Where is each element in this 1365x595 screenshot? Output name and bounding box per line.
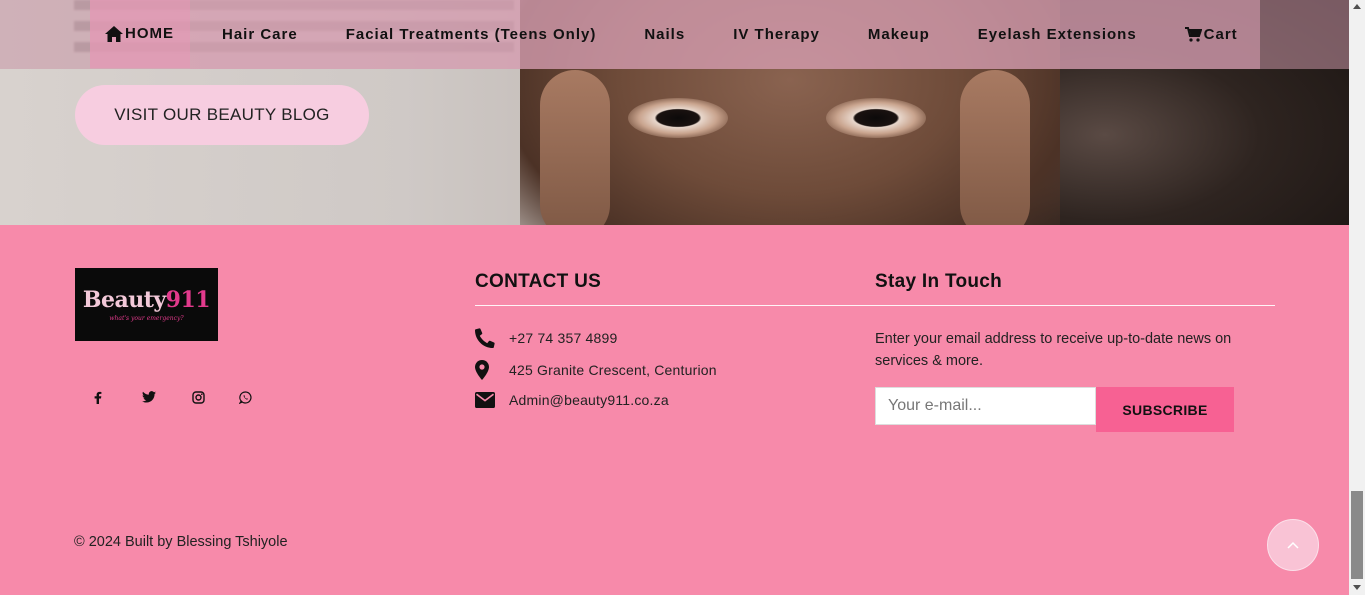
page-scrollbar[interactable] [1349, 0, 1365, 595]
nav-item-eyelash-extensions[interactable]: Eyelash Extensions [978, 0, 1137, 69]
newsletter-description: Enter your email address to receive up-t… [875, 331, 1232, 369]
instagram-icon[interactable] [188, 387, 208, 407]
newsletter-divider [875, 305, 1275, 306]
logo-tagline: what's your emergency? [109, 315, 184, 322]
beauty911-logo[interactable]: Beauty911 what's your emergency? [75, 268, 218, 341]
scroll-up-arrow[interactable] [1353, 4, 1361, 9]
contact-address: 425 Granite Crescent, Centurion [475, 360, 717, 380]
nav-item-makeup[interactable]: Makeup [868, 0, 930, 69]
nav-item-home[interactable]: HOME [90, 0, 190, 68]
logo-brand: Beauty911 [82, 287, 211, 313]
scroll-to-top-button[interactable] [1267, 519, 1319, 571]
hero-hand-left [540, 70, 610, 225]
cart-icon [1184, 27, 1202, 42]
stay-in-touch-title: Stay In Touch [875, 271, 1003, 292]
nav-item-nails[interactable]: Nails [644, 0, 685, 69]
newsletter-email-input[interactable] [875, 387, 1096, 425]
twitter-icon[interactable] [139, 387, 159, 407]
contact-divider [475, 305, 875, 306]
hero-hand-right [960, 70, 1030, 225]
copyright-text: © 2024 Built by Blessing Tshiyole [74, 534, 288, 550]
nav-item-label: Cart [1203, 26, 1238, 43]
whatsapp-icon[interactable] [235, 387, 255, 407]
contact-us-title: CONTACT US [475, 271, 602, 292]
subscribe-button[interactable]: SUBSCRIBE [1096, 387, 1234, 432]
nav-menu: HOME Hair Care Facial Treatments (Teens … [90, 0, 1260, 69]
map-pin-icon [475, 360, 509, 380]
scroll-down-arrow[interactable] [1353, 585, 1361, 590]
phone-link[interactable]: +27 74 357 4899 [509, 330, 618, 346]
contact-phone: +27 74 357 4899 [475, 328, 618, 348]
envelope-icon [475, 392, 509, 408]
nav-item-hair-care[interactable]: Hair Care [222, 0, 298, 69]
nav-item-cart[interactable]: Cart [1184, 0, 1238, 69]
home-icon [105, 25, 123, 42]
nav-item-iv-therapy[interactable]: IV Therapy [733, 0, 820, 69]
facebook-icon[interactable] [88, 387, 108, 407]
contact-email: Admin@beauty911.co.za [475, 392, 669, 408]
nav-item-label: HOME [125, 25, 174, 42]
hero-eye-left [628, 98, 728, 138]
phone-icon [475, 328, 509, 348]
top-navbar: HOME Hair Care Facial Treatments (Teens … [0, 0, 1349, 69]
email-link[interactable]: Admin@beauty911.co.za [509, 392, 669, 408]
address-text: 425 Granite Crescent, Centurion [509, 362, 717, 378]
nav-item-facial-treatments[interactable]: Facial Treatments (Teens Only) [346, 0, 597, 69]
chevron-up-icon [1287, 541, 1299, 549]
hero-eye-right [826, 98, 926, 138]
visit-blog-button[interactable]: VISIT OUR BEAUTY BLOG [75, 85, 369, 145]
scrollbar-thumb[interactable] [1351, 491, 1363, 579]
